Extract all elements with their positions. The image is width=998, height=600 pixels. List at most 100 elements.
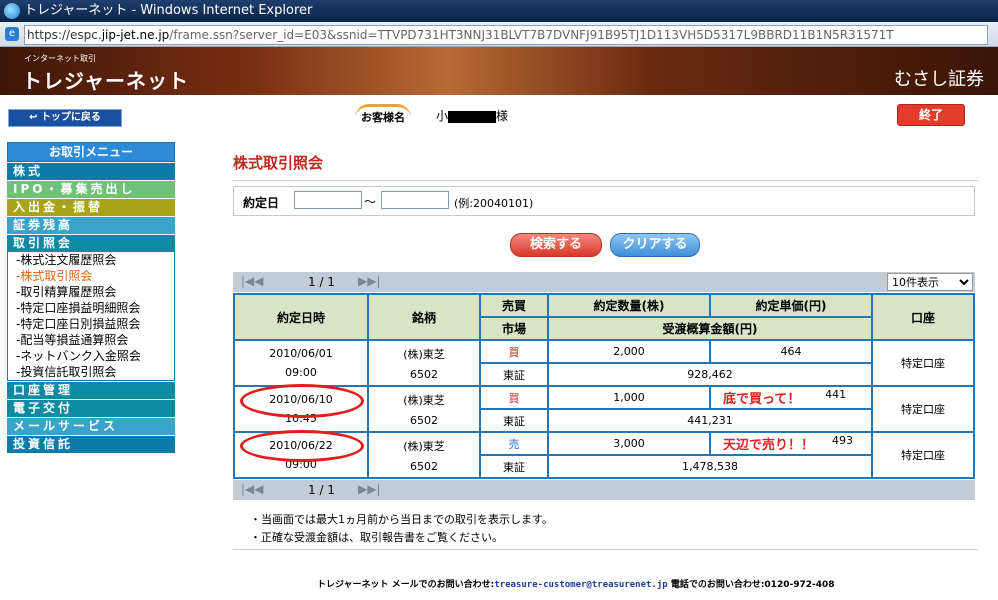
footer-phone: 電話でのお問い合わせ:0120-972-408 [667,580,835,590]
per-page-select[interactable]: 10件表示 [887,273,973,291]
pager-bottom: |◀◀ 1 / 1 ▶▶| [233,480,975,500]
side-cell: 買 [479,385,549,410]
sidebar-subitem[interactable]: -株式取引照会 [7,268,175,284]
page-indicator-bottom: 1 / 1 [308,483,335,497]
issue-code: 6502 [410,367,438,381]
trade-date-label: 約定日 [243,196,280,210]
account-cell: 特定口座 [871,339,975,387]
annotation-text: 底で買って！ [723,392,801,407]
date-format-example: (例:20040101) [454,197,534,210]
price-value: 441 [825,388,847,401]
issue-name: (株)東芝 [403,393,445,407]
range-separator: 〜 [364,195,377,209]
sidebar-bottom-category-1[interactable]: 電子交付 [7,399,175,417]
window-title: トレジャーネット - Windows Internet Explorer [24,3,313,18]
table-row: 2010/06/01 09:00 (株)東芝 6502 買 2,000 464 特定口座 [233,339,975,387]
sidebar-subitem[interactable]: -投資信託取引照会 [7,364,175,380]
sidebar-menu: お取引メニュー 株式 IPO・募集売出し 入出金・振替 証券残高 取引照会 -株式注文履… [7,142,175,453]
customer-initial: 小 [436,109,449,123]
issue-cell: (株)東芝 6502 [367,431,481,479]
qty-cell: 2,000 [547,339,711,364]
sidebar-bottom-category-0[interactable]: 口座管理 [7,381,175,399]
side-cell: 買 [479,339,549,364]
clear-button[interactable]: クリアする [610,233,700,257]
sidebar-category-1[interactable]: IPO・募集売出し [7,180,175,198]
amount-cell: 1,478,538 [547,454,873,479]
sidebar-title: お取引メニュー [7,142,175,162]
trade-datetime-cell: 2010/06/01 09:00 [233,339,369,387]
note-item: ・当画面では最大1ヵ月前から当日までの取引を表示します。 [250,513,553,526]
next-page-icon[interactable]: ▶▶| [358,274,381,288]
issue-code: 6502 [410,413,438,427]
sidebar-category-4[interactable]: 取引照会 [7,234,175,252]
address-input[interactable]: https://espc.jip-jet.ne.jp/frame.ssn?ser… [24,25,988,45]
highlight-oval [240,430,364,462]
footer-contact: トレジャーネット メールでのお問い合わせ:treasure-customer@t… [317,577,835,590]
customer-suffix: 様 [496,109,509,123]
market-cell: 東証 [479,408,549,433]
first-page-icon-bottom[interactable]: |◀◀ [241,482,264,496]
sidebar-subitem[interactable]: -ネットバンク入金照会 [7,348,175,364]
logout-button[interactable]: 終了 [897,104,965,126]
qty-cell: 3,000 [547,431,711,456]
back-to-top-button[interactable]: ↩ トップに戻る [8,109,122,127]
amount-cell: 928,462 [547,362,873,387]
title-divider [233,180,978,181]
market-cell: 東証 [479,362,549,387]
footer-prefix: トレジャーネット メールでのお問い合わせ: [317,580,495,590]
sidebar-subitem[interactable]: -配当等損益通算照会 [7,332,175,348]
header-issue: 銘柄 [367,293,481,341]
header-amount: 受渡概算金額(円) [547,316,873,341]
price-cell: 底で買って！ 441 [709,385,873,410]
header-date: 約定日時 [233,293,369,341]
window-title-bar: トレジャーネット - Windows Internet Explorer [0,0,998,22]
price-value: 464 [780,345,802,358]
issue-name: (株)東芝 [403,347,445,361]
qty-cell: 1,000 [547,385,711,410]
url-domain: jip-jet.ne.jp [101,28,170,42]
date-from-input[interactable] [294,191,362,209]
pager-top: |◀◀ 1 / 1 ▶▶| 10件表示 [233,272,975,292]
sidebar-category-0[interactable]: 株式 [7,162,175,180]
ie-logo-icon [4,3,20,19]
issue-name: (株)東芝 [403,439,445,453]
page-indicator: 1 / 1 [308,275,335,289]
sidebar-category-2[interactable]: 入出金・振替 [7,198,175,216]
side-cell: 売 [479,431,549,456]
back-to-top-label: トップに戻る [40,112,101,123]
sidebar-category-3[interactable]: 証券残高 [7,216,175,234]
page-title: 株式取引照会 [233,154,324,172]
banner-subtitle: インターネット取引 [24,54,96,63]
note-item: ・正確な受渡金額は、取引報告書をご覧ください。 [250,531,503,544]
page-icon: e [5,27,19,41]
support-email-link[interactable]: treasure-customer@treasurenet.jp [494,580,667,590]
sidebar-subitem[interactable]: -特定口座日別損益照会 [7,316,175,332]
search-form: 約定日 〜 (例:20040101) [233,186,975,216]
url-prefix: https://espc. [27,28,102,42]
site-banner: インターネット取引 トレジャーネット むさし証券 [0,47,998,95]
sidebar-bottom-category-2[interactable]: メールサービス [7,417,175,435]
search-button[interactable]: 検索する [510,233,602,257]
price-value: 493 [832,434,853,447]
date-to-input[interactable] [381,191,449,209]
return-arrow-icon: ↩ [29,112,41,123]
sidebar-subitem[interactable]: -特定口座損益明細照会 [7,300,175,316]
account-cell: 特定口座 [871,385,975,433]
sidebar-subitem[interactable]: -株式注文履歴照会 [7,252,175,268]
amount-cell: 441,231 [547,408,873,433]
company-name: むさし証券 [894,69,984,90]
customer-name: 小様 [436,107,508,124]
trade-time: 09:00 [285,366,317,379]
annotation-text: 天辺で売り！！ [723,438,815,453]
site-logo: トレジャーネット [22,69,189,93]
header-market: 市場 [479,316,549,341]
sidebar-subitem[interactable]: -取引精算履歴照会 [7,284,175,300]
first-page-icon[interactable]: |◀◀ [241,274,264,288]
redacted-name [448,110,497,123]
next-page-icon-bottom[interactable]: ▶▶| [358,482,381,496]
header-qty: 約定数量(株) [547,293,711,318]
highlight-oval [240,384,364,418]
header-price: 約定単価(円) [709,293,873,318]
sidebar-bottom-category-3[interactable]: 投資信託 [7,435,175,453]
header-account: 口座 [871,293,975,341]
